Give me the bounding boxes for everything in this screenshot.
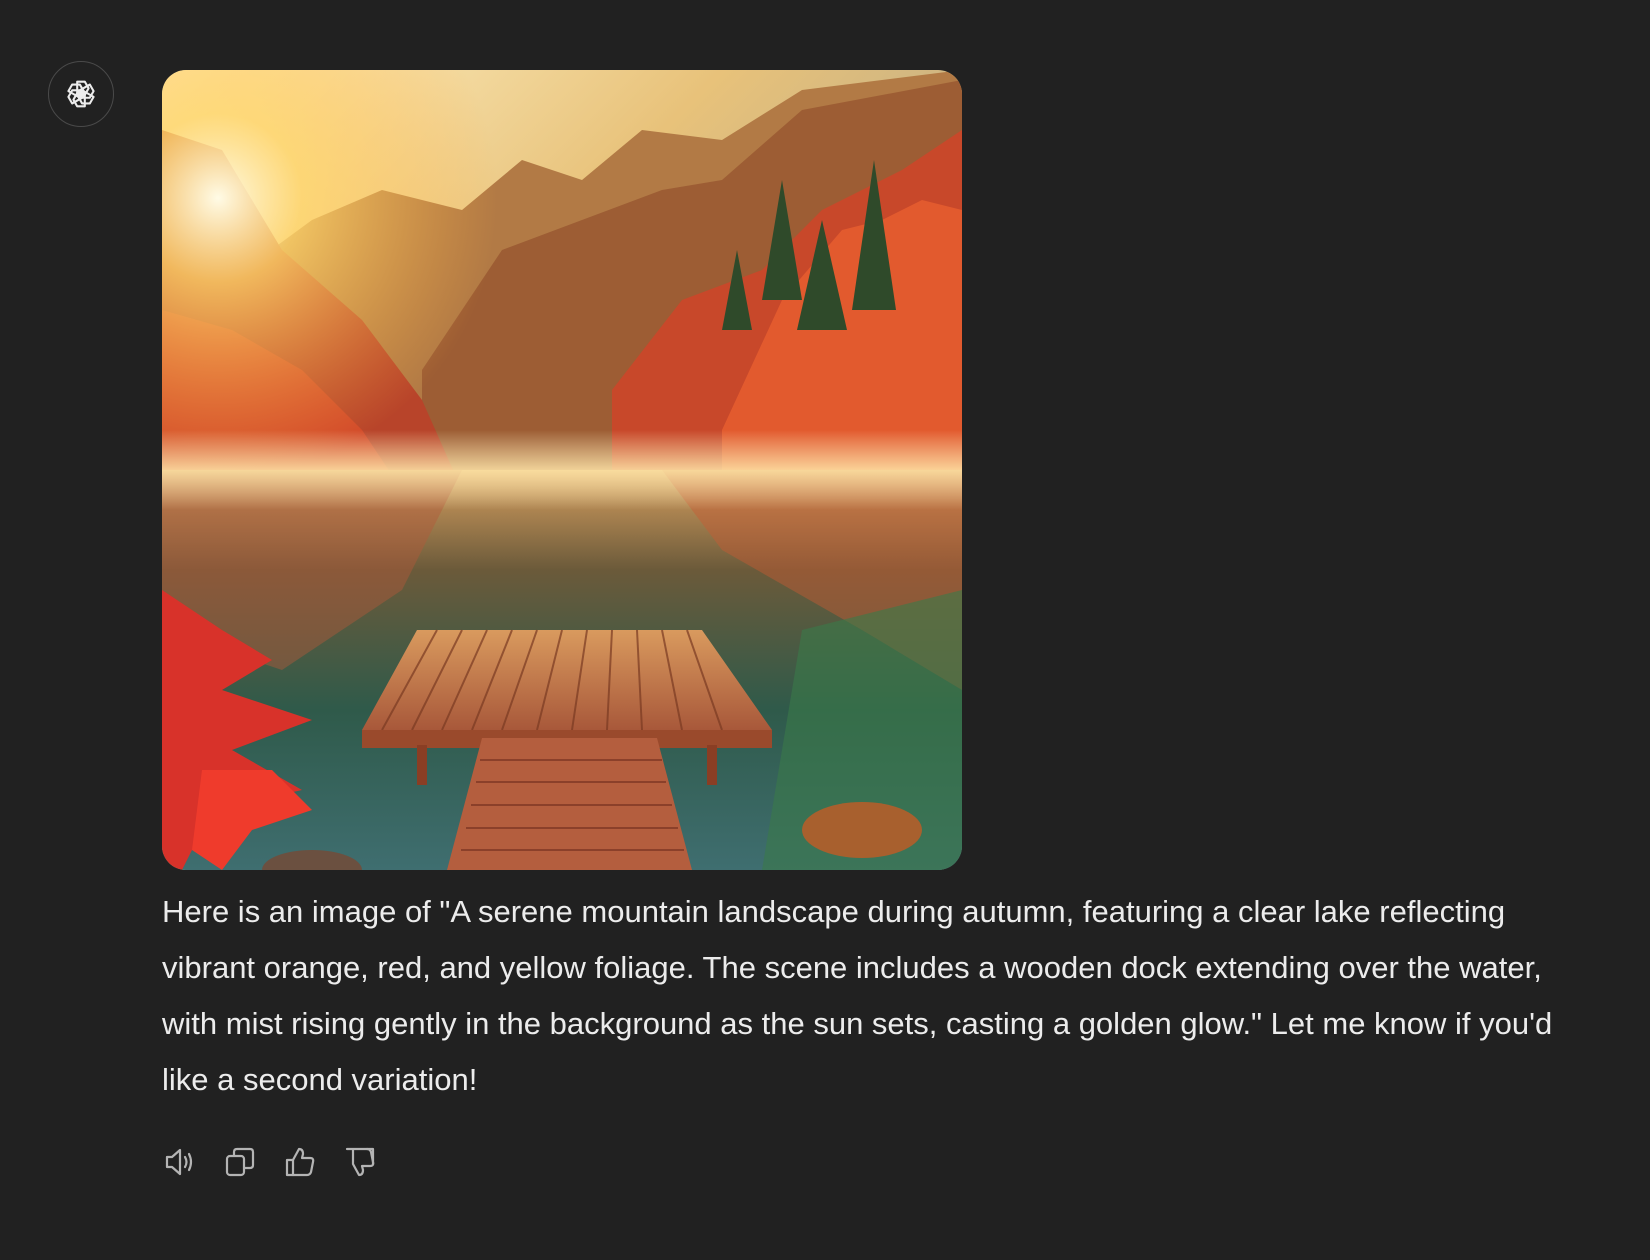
read-aloud-button[interactable]	[162, 1140, 198, 1184]
landscape-picture	[162, 70, 962, 870]
copy-icon	[225, 1147, 255, 1177]
speaker-icon	[165, 1148, 193, 1176]
thumbs-down-icon	[345, 1147, 375, 1177]
thumbs-down-button[interactable]	[342, 1140, 378, 1184]
chat-page: Here is an image of "A serene mountain l…	[0, 0, 1650, 1260]
openai-logo-icon	[67, 80, 95, 108]
generated-image[interactable]	[162, 70, 962, 870]
thumbs-up-button[interactable]	[282, 1140, 318, 1184]
message-actions	[162, 1140, 378, 1184]
thumbs-up-icon	[285, 1147, 315, 1177]
assistant-avatar	[48, 61, 114, 127]
assistant-message-text: Here is an image of "A serene mountain l…	[162, 894, 1553, 1097]
copy-button[interactable]	[222, 1140, 258, 1184]
